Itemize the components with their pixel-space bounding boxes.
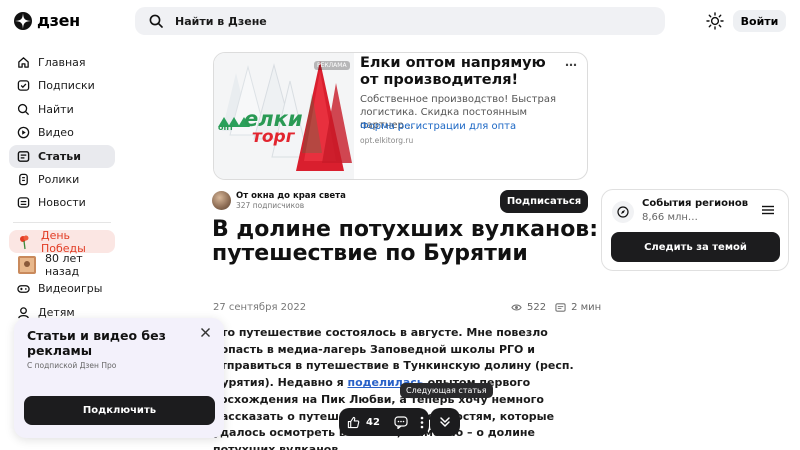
- sidebar-item-subscriptions[interactable]: Подписки: [9, 74, 115, 97]
- promo-subtitle: С подпиской Дзен Про: [27, 361, 117, 370]
- theme-toggle-sun-icon[interactable]: [706, 12, 724, 30]
- subscribe-pro-button[interactable]: Подключить: [24, 396, 215, 425]
- articles-icon: [17, 150, 30, 162]
- follow-topic-button[interactable]: Следить за темой: [611, 232, 780, 262]
- article-action-bar: 42: [339, 408, 429, 436]
- brand-small: опт: [218, 123, 234, 132]
- like-icon[interactable]: [347, 416, 360, 429]
- sidebar: Главная Подписки Найти Видео Статьи Роли…: [9, 51, 115, 324]
- sidebar-item-label: Ролики: [38, 172, 80, 186]
- kids-icon: [18, 306, 29, 318]
- archive-photo-icon: [18, 256, 36, 275]
- article-date: 27 сентября 2022: [213, 302, 307, 313]
- sidebar-item-articles[interactable]: Статьи: [9, 144, 115, 168]
- channel-subscribers: 327 подписчиков: [236, 201, 305, 210]
- subscriptions-icon: [17, 80, 30, 92]
- channel-info[interactable]: От окна до края света 327 подписчиков: [212, 191, 346, 210]
- read-time: 2 мин: [571, 302, 602, 313]
- subscribe-button[interactable]: Подписаться: [500, 190, 588, 213]
- comment-icon[interactable]: [394, 415, 408, 429]
- gamepad-icon: [17, 285, 30, 293]
- search-placeholder: Найти в Дзене: [175, 14, 267, 28]
- sidebar-item-home[interactable]: Главная: [9, 51, 115, 74]
- region-subtitle: 8,66 млн…: [642, 212, 698, 223]
- sidebar-item-shorts[interactable]: Ролики: [9, 168, 115, 191]
- ad-link[interactable]: Форма регистрации для опта: [360, 121, 516, 132]
- news-icon: [17, 197, 30, 209]
- login-button[interactable]: Войти: [733, 10, 786, 32]
- sidebar-item-80-years-ago[interactable]: 80 лет назад: [9, 252, 115, 279]
- article-title: В долине потухших вулканов: путешествие …: [212, 217, 599, 266]
- ad-image: РЕКЛАМА опт елки торг: [214, 53, 354, 179]
- carnation-icon: [20, 235, 29, 249]
- likes-count: 42: [366, 416, 380, 428]
- ad-label: РЕКЛАМА: [314, 61, 350, 70]
- ad-title[interactable]: Елки оптом напрямую от производителя!: [360, 55, 555, 89]
- double-chevron-down-icon: [440, 417, 450, 427]
- sidebar-item-label: Новости: [38, 196, 86, 210]
- sidebar-item-label: День Победы: [41, 228, 86, 255]
- ad-domain[interactable]: opt.elkitorg.ru: [360, 136, 413, 145]
- compass-icon: [612, 201, 634, 223]
- promo-title: Статьи и видео без рекламы: [27, 328, 166, 358]
- dzen-logo[interactable]: дзен: [14, 11, 80, 30]
- shorts-icon: [19, 173, 28, 186]
- logo-text: дзен: [37, 11, 80, 30]
- search-icon: [149, 14, 163, 28]
- region-title[interactable]: События регионов: [642, 198, 748, 209]
- views-eye-icon: [511, 304, 522, 311]
- sidebar-item-label: Подписки: [38, 79, 95, 93]
- channel-name[interactable]: От окна до края света: [236, 191, 346, 201]
- home-icon: [18, 57, 29, 68]
- hamburger-menu-icon[interactable]: [762, 205, 774, 215]
- sidebar-item-label: Видео: [38, 126, 74, 140]
- read-time-icon: [555, 303, 566, 312]
- dzen-logo-icon: [14, 11, 32, 30]
- sidebar-item-label: Главная: [38, 56, 86, 69]
- views-count: 522: [527, 302, 547, 313]
- close-icon[interactable]: [200, 327, 211, 338]
- sidebar-divider: [13, 222, 111, 224]
- sidebar-item-videogames[interactable]: Видеоигры: [9, 277, 115, 300]
- sidebar-item-victory-day[interactable]: День Победы: [9, 228, 115, 255]
- ad-card[interactable]: РЕКЛАМА опт елки торг Елки оптом напряму…: [213, 52, 588, 180]
- sidebar-item-label: Детям: [38, 305, 75, 319]
- sidebar-item-label: Статьи: [38, 149, 81, 163]
- region-events-widget: События регионов 8,66 млн… Следить за те…: [601, 189, 789, 271]
- sidebar-item-search[interactable]: Найти: [9, 98, 115, 121]
- sidebar-item-label: Видеоигры: [38, 282, 103, 296]
- more-vertical-icon[interactable]: [420, 416, 424, 429]
- next-article-tooltip: Следующая статья: [400, 383, 493, 398]
- brand-bottom: торг: [252, 127, 295, 147]
- sidebar-item-label: Найти: [38, 102, 74, 116]
- search-icon: [17, 103, 30, 115]
- sidebar-item-video[interactable]: Видео: [9, 121, 115, 144]
- article-stats: 522 2 мин: [511, 302, 601, 313]
- sidebar-item-label: 80 лет назад: [45, 252, 83, 279]
- avatar[interactable]: [212, 191, 231, 210]
- video-icon: [17, 126, 30, 139]
- next-article-button[interactable]: [430, 408, 460, 436]
- search-input[interactable]: Найти в Дзене: [135, 7, 665, 35]
- sidebar-item-news[interactable]: Новости: [9, 191, 115, 214]
- ad-more-button[interactable]: ⋯: [565, 58, 577, 72]
- promo-popup: Статьи и видео без рекламы С подпиской Д…: [14, 318, 224, 438]
